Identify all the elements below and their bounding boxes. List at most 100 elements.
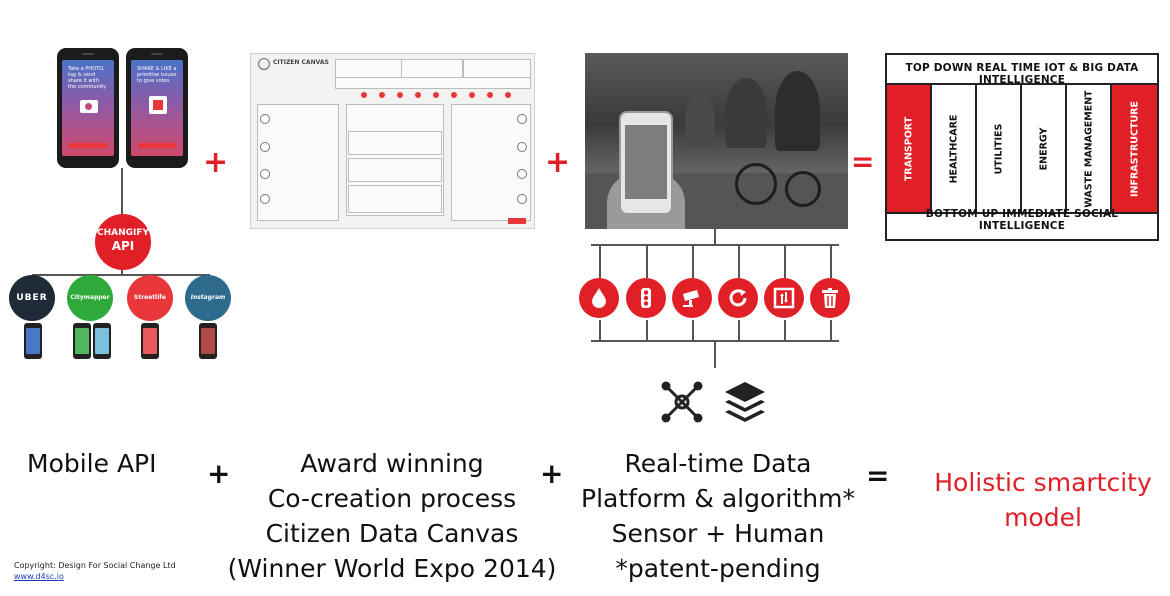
caption-line: model (1004, 503, 1082, 532)
canvas-ring (517, 169, 527, 179)
canvas-dot (415, 92, 421, 98)
caption-line: Award winning (300, 449, 484, 478)
canvas-header-box (463, 59, 531, 79)
column-energy: ENERGY (1022, 85, 1067, 212)
caption-line: Co-creation process (267, 484, 517, 513)
cctv-camera-icon (672, 278, 712, 318)
trash-icon (810, 278, 850, 318)
column-waste-management: WASTE MANAGEMENT (1067, 85, 1112, 212)
api-label-line2: API (111, 239, 135, 253)
caption-line: (Winner World Expo 2014) (227, 554, 557, 583)
canvas-inner-box (348, 131, 442, 155)
copyright: Copyright: Design For Social Change Ltd … (14, 560, 176, 582)
canvas-header-box (335, 77, 531, 89)
photo-figure (685, 93, 715, 148)
smartphone-in-hand (619, 111, 673, 215)
water-drop-icon (579, 278, 619, 318)
connector-line (599, 320, 601, 341)
plus-sign: + (203, 145, 229, 180)
website-link[interactable]: www.d4sc.io (14, 571, 176, 582)
instagram-logo: Instagram (185, 275, 231, 321)
smartphone-screen (625, 125, 667, 199)
refresh-icon (718, 278, 758, 318)
canvas-dot (433, 92, 439, 98)
streetlife-logo: Streetlife (127, 275, 173, 321)
caption-cocreation: Award winning Co-creation process Citize… (224, 446, 560, 586)
network-icon (660, 380, 704, 428)
connector-line (599, 244, 601, 278)
phone-speaker (150, 53, 164, 55)
phone-screen-text: Take a PHOTO, tag & send share it with t… (68, 66, 106, 90)
canvas-title: CITIZEN CANVAS (273, 59, 329, 66)
copyright-text: Copyright: Design For Social Change Ltd (14, 561, 176, 570)
canvas-header-box (401, 59, 463, 79)
api-label-line1: CHANGIFY (96, 228, 150, 238)
phone-screen: Take a PHOTO, tag & send share it with t… (62, 60, 114, 156)
connector-line (714, 229, 716, 245)
phone-screen-text: SHARE & LIKE a prioritise issues to give… (137, 66, 177, 84)
column-infrastructure: INFRASTRUCTURE (1112, 85, 1157, 212)
connector-line (714, 340, 716, 368)
intelligence-matrix: TOP DOWN REAL TIME IOT & BIG DATA INTELL… (885, 53, 1159, 241)
canvas-dot (361, 92, 367, 98)
connector-line (738, 244, 740, 278)
canvas-header-box (335, 59, 407, 79)
citymapper-app-phone-2 (93, 323, 111, 359)
canvas-ring (517, 114, 527, 124)
phone-share-photo: Take a PHOTO, tag & send share it with t… (57, 48, 119, 168)
equals-sign: = (866, 459, 890, 492)
instagram-app-phone (199, 323, 217, 359)
connector-line (784, 320, 786, 341)
canvas-dot (397, 92, 403, 98)
connector-line (646, 320, 648, 341)
plus-sign: + (545, 145, 571, 180)
canvas-dot (379, 92, 385, 98)
column-label: INFRASTRUCTURE (1129, 100, 1140, 197)
citizen-canvas-thumbnail: CITIZEN CANVAS (250, 53, 535, 229)
matrix-bottom-label: BOTTOM UP IMMEDIATE SOCIAL INTELLIGENCE (925, 208, 1119, 232)
canvas-ring (260, 142, 270, 152)
canvas-dot (487, 92, 493, 98)
canvas-ring (260, 194, 270, 204)
connector-line (32, 274, 210, 276)
phone-share-like: SHARE & LIKE a prioritise issues to give… (126, 48, 188, 168)
photo-figure (725, 78, 767, 148)
connector-line (738, 320, 740, 341)
canvas-ring (517, 142, 527, 152)
phone-action-bar (138, 143, 176, 148)
canvas-ring (260, 114, 270, 124)
connector-line (830, 244, 832, 278)
layers-icon (723, 380, 767, 430)
caption-line: Sensor + Human (611, 519, 825, 548)
cyclists-photo (585, 53, 848, 229)
column-label: ENERGY (1038, 127, 1049, 170)
connector-line (830, 320, 832, 341)
caption-line: Citizen Data Canvas (265, 519, 519, 548)
connector-line (646, 244, 648, 278)
photo-figure (775, 71, 820, 151)
camera-icon (80, 100, 98, 113)
changify-api-badge: CHANGIFY API (95, 214, 151, 270)
citymapper-app-phone (73, 323, 91, 359)
canvas-dot (505, 92, 511, 98)
column-label: HEALTHCARE (948, 114, 959, 183)
bicycle-wheel (735, 163, 777, 205)
caption-line: Holistic smartcity (934, 468, 1152, 497)
caption-result: Holistic smartcity model (920, 465, 1166, 535)
canvas-dot (451, 92, 457, 98)
column-label: UTILITIES (993, 123, 1004, 174)
caption-line: Real-time Data (624, 449, 812, 478)
connector-line (591, 244, 839, 246)
caption-mobile-api: Mobile API (27, 449, 157, 478)
caption-platform: Real-time Data Platform & algorithm* Sen… (568, 446, 868, 586)
phone-screen: SHARE & LIKE a prioritise issues to give… (131, 60, 183, 156)
citymapper-logo: Citymapper (67, 275, 113, 321)
column-label: WASTE MANAGEMENT (1083, 89, 1094, 208)
issue-card-icon (149, 96, 167, 114)
canvas-ring (517, 194, 527, 204)
column-healthcare: HEALTHCARE (932, 85, 977, 212)
bicycle-wheel (785, 171, 821, 207)
phone-speaker (81, 53, 95, 55)
connector-line (692, 244, 694, 278)
elevator-icon (764, 278, 804, 318)
